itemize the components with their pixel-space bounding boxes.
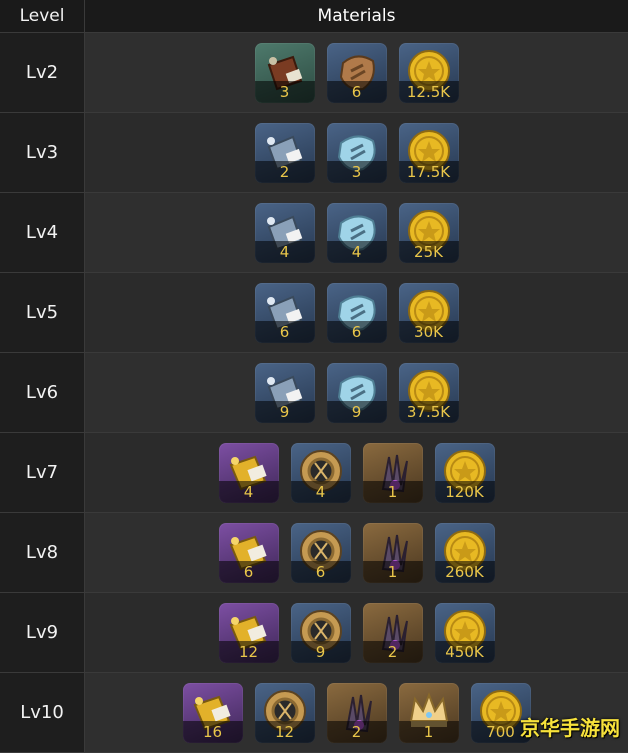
materials-cell: 4 4 1 120K: [85, 433, 628, 512]
material-quantity: 1: [398, 720, 459, 743]
table-row: Lv8 6 6 1 260K: [0, 513, 628, 593]
material-quantity: 9: [326, 400, 387, 423]
material-quantity: 1: [362, 480, 423, 503]
material-item: 12.5K: [398, 42, 459, 103]
material-quantity: 4: [326, 240, 387, 263]
material-quantity: 9: [290, 640, 351, 663]
level-label: Lv3: [0, 113, 85, 192]
material-item: 6: [290, 522, 351, 583]
materials-cell: 4 4 25K: [85, 193, 628, 272]
material-quantity: 6: [218, 560, 279, 583]
material-item: 12: [218, 602, 279, 663]
material-item: 120K: [434, 442, 495, 503]
material-item: 12: [254, 682, 315, 743]
materials-table: Level Materials Lv2 3 6 12.5K Lv3 2 3 17.5K Lv4 4…: [0, 0, 628, 753]
material-quantity: 25K: [398, 240, 459, 263]
level-column-header: Level: [0, 0, 85, 32]
table-row: Lv9 12 9 2 450K: [0, 593, 628, 673]
material-quantity: 4: [254, 240, 315, 263]
materials-cell: 2 3 17.5K: [85, 113, 628, 192]
material-quantity: 6: [254, 320, 315, 343]
material-item: 1: [362, 522, 423, 583]
materials-cell: 6 6 30K: [85, 273, 628, 352]
material-quantity: 17.5K: [398, 160, 459, 183]
material-item: 2: [326, 682, 387, 743]
material-quantity: 6: [290, 560, 351, 583]
material-quantity: 2: [362, 640, 423, 663]
material-quantity: 4: [218, 480, 279, 503]
material-quantity: 2: [254, 160, 315, 183]
material-quantity: 260K: [434, 560, 495, 583]
material-item: 2: [254, 122, 315, 183]
material-item: 9: [290, 602, 351, 663]
level-label: Lv10: [0, 673, 85, 752]
material-quantity: 4: [290, 480, 351, 503]
level-label: Lv4: [0, 193, 85, 272]
material-quantity: 3: [254, 80, 315, 103]
material-quantity: 12.5K: [398, 80, 459, 103]
level-label: Lv7: [0, 433, 85, 512]
material-item: 1: [398, 682, 459, 743]
material-quantity: 30K: [398, 320, 459, 343]
material-quantity: 1: [362, 560, 423, 583]
material-item: 37.5K: [398, 362, 459, 423]
material-item: 4: [254, 202, 315, 263]
material-item: 4: [290, 442, 351, 503]
level-label: Lv9: [0, 593, 85, 672]
site-watermark: 京华手游网: [520, 716, 620, 740]
level-label: Lv8: [0, 513, 85, 592]
material-quantity: 120K: [434, 480, 495, 503]
materials-cell: 3 6 12.5K: [85, 33, 628, 112]
material-item: 30K: [398, 282, 459, 343]
materials-column-header: Materials: [85, 0, 628, 32]
materials-cell: 12 9 2 450K: [85, 593, 628, 672]
material-quantity: 12: [254, 720, 315, 743]
material-item: 25K: [398, 202, 459, 263]
material-item: 3: [326, 122, 387, 183]
table-row: Lv2 3 6 12.5K: [0, 33, 628, 113]
material-quantity: 3: [326, 160, 387, 183]
material-quantity: 37.5K: [398, 400, 459, 423]
material-item: 4: [326, 202, 387, 263]
material-quantity: 16: [182, 720, 243, 743]
table-row: Lv6 9 9 37.5K: [0, 353, 628, 433]
material-item: 2: [362, 602, 423, 663]
table-row: Lv3 2 3 17.5K: [0, 113, 628, 193]
material-item: 6: [326, 282, 387, 343]
table-row: Lv4 4 4 25K: [0, 193, 628, 273]
material-item: 6: [218, 522, 279, 583]
material-item: 4: [218, 442, 279, 503]
level-label: Lv5: [0, 273, 85, 352]
level-label: Lv2: [0, 33, 85, 112]
material-item: 16: [182, 682, 243, 743]
material-quantity: 6: [326, 320, 387, 343]
material-item: 9: [326, 362, 387, 423]
material-quantity: 12: [218, 640, 279, 663]
material-item: 3: [254, 42, 315, 103]
material-item: 450K: [434, 602, 495, 663]
level-label: Lv6: [0, 353, 85, 432]
table-row: Lv7 4 4 1 120K: [0, 433, 628, 513]
material-quantity: 6: [326, 80, 387, 103]
material-item: 6: [254, 282, 315, 343]
material-item: 17.5K: [398, 122, 459, 183]
material-item: 6: [326, 42, 387, 103]
table-header: Level Materials: [0, 0, 628, 33]
table-row: Lv5 6 6 30K: [0, 273, 628, 353]
material-item: 1: [362, 442, 423, 503]
materials-cell: 9 9 37.5K: [85, 353, 628, 432]
material-quantity: 2: [326, 720, 387, 743]
material-quantity: 9: [254, 400, 315, 423]
material-item: 9: [254, 362, 315, 423]
materials-cell: 6 6 1 260K: [85, 513, 628, 592]
material-quantity: 450K: [434, 640, 495, 663]
material-item: 260K: [434, 522, 495, 583]
